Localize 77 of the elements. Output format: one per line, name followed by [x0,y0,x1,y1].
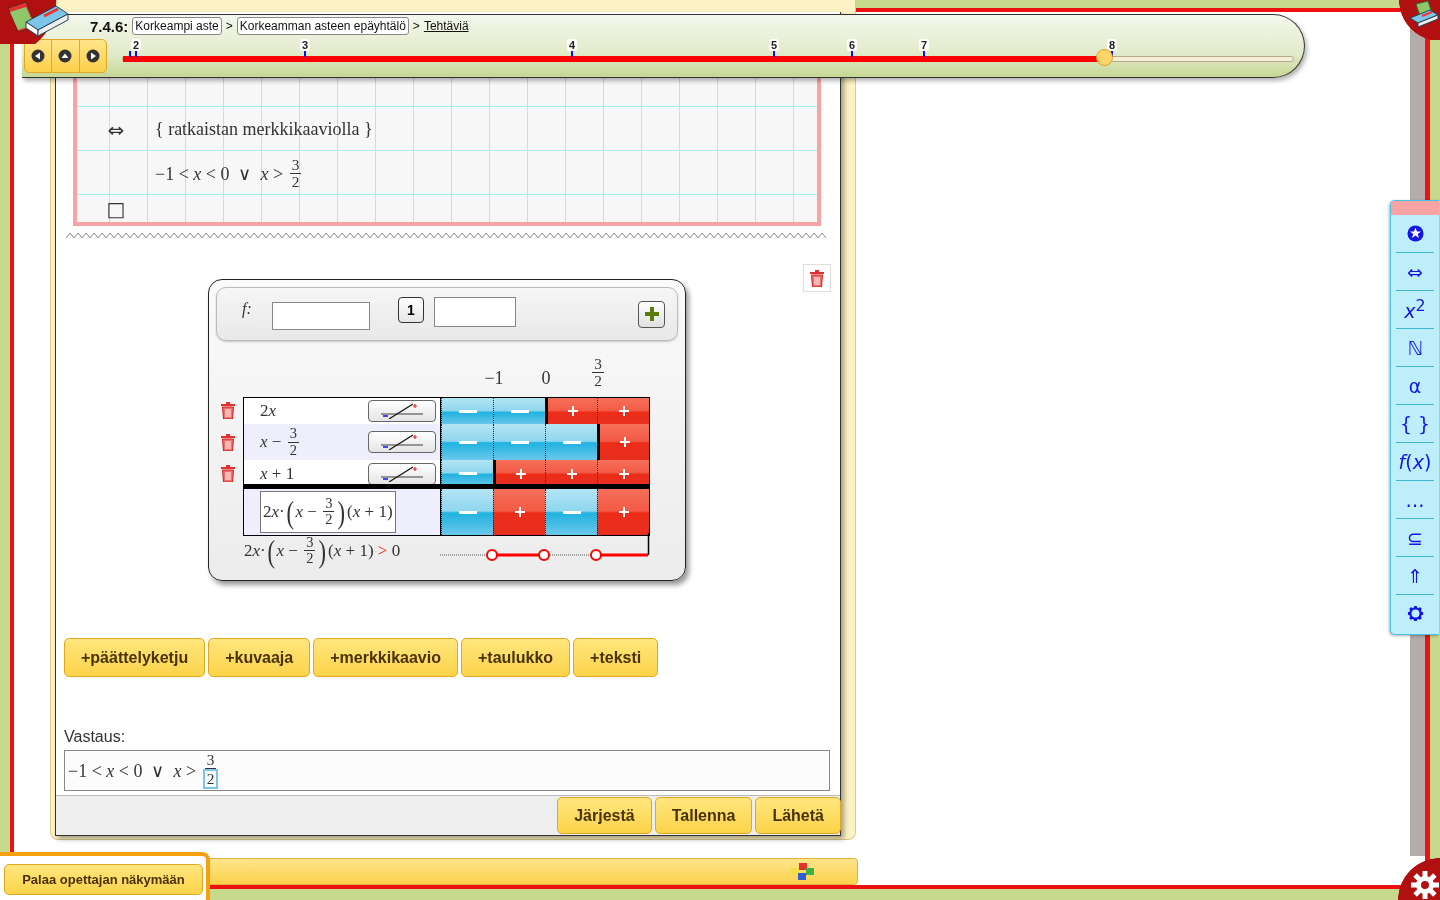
trash-icon[interactable] [221,465,235,482]
minus-icon [562,510,581,514]
breadcrumb-separator: > [412,19,420,33]
count-button[interactable]: 1 [398,297,424,323]
puzzle-icon [789,861,817,882]
minus-icon [510,440,529,444]
footer-button[interactable]: Lähetä [755,797,841,834]
footer-button[interactable]: Järjestä [557,797,652,834]
critical-point: −1 [484,368,504,389]
trash-icon[interactable] [221,402,235,419]
symbol-button[interactable]: ⊆ [1407,526,1423,549]
symbol-button[interactable]: α [1408,374,1422,397]
timeline-label[interactable]: 3 [299,39,311,51]
toolbar-header [1391,201,1439,215]
add-element-button[interactable]: +kuvaaja [208,638,311,677]
plus-icon [567,406,578,416]
add-element-button[interactable]: +merkkikaavio [313,638,458,677]
factor-expression: x + 1 [260,463,295,484]
math-expression[interactable]: { ratkaistan merkkikaaviolla } [155,119,373,140]
step-symbol: □ [106,197,126,221]
fraction: 3 2 [200,751,221,790]
progress-timeline[interactable]: 2 3 4 5 6 7 8 [122,39,1294,69]
timeline-label[interactable]: 8 [1106,39,1118,51]
breadcrumb-link[interactable]: Korkeampi aste [132,17,222,35]
breadcrumb-link[interactable]: Korkeamman asteen epäyhtälö [236,17,409,35]
math-expression: −1 < x < 0 ∨ x > [68,759,198,782]
critical-point: 0 [541,368,551,389]
plus-icon [566,468,577,479]
timeline-label[interactable]: 2 [130,39,142,51]
minus-icon [458,440,477,444]
symbol-button[interactable]: … [1405,488,1425,511]
settings-icon[interactable] [1406,605,1424,622]
add-element-button[interactable]: +päättelyketju [64,638,206,677]
graph-button[interactable] [368,462,436,485]
plus-icon [643,306,660,322]
minus-icon [458,472,477,475]
graph-button[interactable] [368,400,436,422]
input-field[interactable] [272,302,370,330]
minus-icon [458,510,477,514]
plus-icon [618,468,629,479]
add-element-button[interactable]: +taulukko [460,638,571,677]
breadcrumb-link[interactable]: Tehtäviä [423,19,469,33]
trash-icon[interactable] [221,433,235,451]
factor-expression: 2x [260,401,277,421]
add-element-button[interactable]: +teksti [573,638,659,677]
answer-label: Vastaus: [64,728,127,746]
footer-button[interactable]: Tallenna [654,797,753,834]
symbol-button[interactable]: x$^{2}$ [1404,296,1426,323]
add-button[interactable] [638,300,665,328]
symbol-button[interactable]: ℕ [1407,336,1423,359]
section-number: 7.4.6: [90,17,129,35]
timeline-label[interactable]: 5 [768,39,780,51]
trash-icon[interactable] [810,269,824,287]
minus-icon [510,409,529,413]
timeline-label[interactable]: 7 [918,39,930,51]
back-button[interactable]: Palaa opettajan näkymään [4,864,203,895]
plus-icon [618,406,629,416]
factor-row[interactable]: 2x [244,397,441,425]
function-label: f: [242,300,253,318]
symbol-button[interactable]: ⇔ [1407,260,1423,283]
critical-point: 3 2 [591,355,605,389]
input-field[interactable] [434,297,516,327]
symbol-button[interactable]: f(x) [1398,450,1432,473]
minus-icon [562,440,581,444]
minus-icon [458,409,477,413]
slider-handle[interactable] [1096,49,1114,66]
plus-icon [514,507,525,517]
step-symbol: ⇔ [107,117,125,142]
graph-button[interactable] [368,431,436,453]
symbol-button[interactable]: { } [1399,412,1431,435]
symbol-button[interactable]: ⇑ [1407,564,1423,587]
timeline-label[interactable]: 6 [846,39,858,51]
breadcrumb-separator: > [225,19,233,33]
plus-icon [515,468,526,479]
plus-icon [619,437,630,447]
timeline-label[interactable]: 4 [566,39,578,51]
plus-icon [618,507,629,517]
